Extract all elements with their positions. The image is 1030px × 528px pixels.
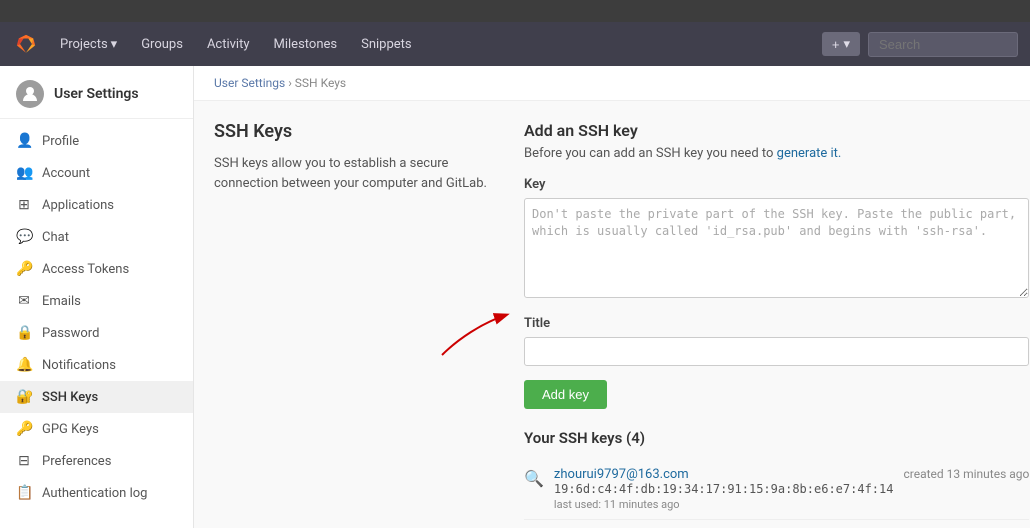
groups-nav[interactable]: Groups — [133, 33, 191, 56]
gitlab-logo[interactable] — [12, 30, 40, 58]
sidebar-item-password[interactable]: 🔒 Password — [0, 317, 193, 349]
sidebar-header: User Settings — [0, 66, 193, 119]
sidebar-nav: 👤 Profile 👥 Account ⊞ Applications 💬 Cha… — [0, 119, 193, 515]
your-keys-section: Your SSH keys (4) 🔍 zhourui9797@163.com … — [524, 429, 1029, 520]
projects-nav[interactable]: Projects ▾ — [52, 33, 125, 56]
ssh-key-item: 🔍 zhourui9797@163.com 19:6d:c4:4f:db:19:… — [524, 459, 1029, 520]
title-input[interactable] — [524, 337, 1029, 366]
key-textarea[interactable] — [524, 198, 1029, 298]
preferences-icon: ⊟ — [16, 453, 32, 469]
emails-icon: ✉ — [16, 293, 32, 309]
new-item-button[interactable]: + ▾ — [822, 32, 860, 56]
chat-icon: 💬 — [16, 229, 32, 245]
main-layout: User Settings 👤 Profile 👥 Account ⊞ Appl… — [0, 66, 1030, 528]
add-ssh-key-title: Add an SSH key — [524, 121, 1029, 140]
page-title: SSH Keys — [214, 121, 494, 142]
sidebar-item-ssh-keys[interactable]: 🔐 SSH Keys — [0, 381, 193, 413]
ssh-keys-icon: 🔐 — [16, 389, 32, 405]
applications-icon: ⊞ — [16, 197, 32, 213]
account-icon: 👥 — [16, 165, 32, 181]
breadcrumb-parent[interactable]: User Settings — [214, 76, 285, 90]
access-tokens-icon: 🔑 — [16, 261, 32, 277]
key-item-icon: 🔍 — [524, 469, 544, 488]
notifications-icon: 🔔 — [16, 357, 32, 373]
milestones-nav[interactable]: Milestones — [266, 33, 346, 56]
sidebar-item-emails[interactable]: ✉ Emails — [0, 285, 193, 317]
sidebar-item-account[interactable]: 👥 Account — [0, 157, 193, 189]
sidebar-item-auth-log[interactable]: 📋 Authentication log — [0, 477, 193, 509]
title-field-label: Title — [524, 316, 1029, 331]
your-keys-title: Your SSH keys (4) — [524, 429, 1029, 447]
activity-nav[interactable]: Activity — [199, 33, 258, 56]
breadcrumb: User Settings › SSH Keys — [194, 66, 1030, 101]
gitlab-nav: Projects ▾ Groups Activity Milestones Sn… — [0, 22, 1030, 66]
password-icon: 🔒 — [16, 325, 32, 341]
sidebar-item-profile[interactable]: 👤 Profile — [0, 125, 193, 157]
key-field-label: Key — [524, 177, 1029, 192]
key-created: created 13 minutes ago — [903, 467, 1029, 481]
page-description: SSH keys allow you to establish a secure… — [214, 154, 494, 193]
content-body: SSH Keys SSH keys allow you to establish… — [194, 101, 1030, 528]
sidebar-item-applications[interactable]: ⊞ Applications — [0, 189, 193, 221]
search-input[interactable] — [868, 32, 1018, 57]
sidebar-user-title: User Settings — [54, 86, 139, 102]
snippets-nav[interactable]: Snippets — [353, 33, 420, 56]
sidebar-item-access-tokens[interactable]: 🔑 Access Tokens — [0, 253, 193, 285]
gpg-keys-icon: 🔑 — [16, 421, 32, 437]
key-last-used: last used: 11 minutes ago — [554, 498, 894, 511]
avatar — [16, 80, 44, 108]
right-column: Add an SSH key Before you can add an SSH… — [524, 121, 1029, 520]
profile-icon: 👤 — [16, 133, 32, 149]
add-key-button[interactable]: Add key — [524, 380, 607, 409]
sidebar-item-notifications[interactable]: 🔔 Notifications — [0, 349, 193, 381]
content-area: User Settings › SSH Keys SSH Keys SSH ke… — [194, 66, 1030, 528]
browser-bar — [0, 0, 1030, 22]
generate-link[interactable]: generate it. — [777, 146, 842, 161]
auth-log-icon: 📋 — [16, 485, 32, 501]
add-ssh-key-description: Before you can add an SSH key you need t… — [524, 146, 1029, 161]
key-fingerprint: 19:6d:c4:4f:db:19:34:17:91:15:9a:8b:e6:e… — [554, 482, 894, 496]
sidebar-item-gpg-keys[interactable]: 🔑 GPG Keys — [0, 413, 193, 445]
sidebar-item-preferences[interactable]: ⊟ Preferences — [0, 445, 193, 477]
arrow-decoration-2 — [434, 296, 514, 366]
breadcrumb-current: SSH Keys — [295, 76, 346, 90]
key-email[interactable]: zhourui9797@163.com — [554, 467, 689, 482]
sidebar-item-chat[interactable]: 💬 Chat — [0, 221, 193, 253]
sidebar: User Settings 👤 Profile 👥 Account ⊞ Appl… — [0, 66, 194, 528]
